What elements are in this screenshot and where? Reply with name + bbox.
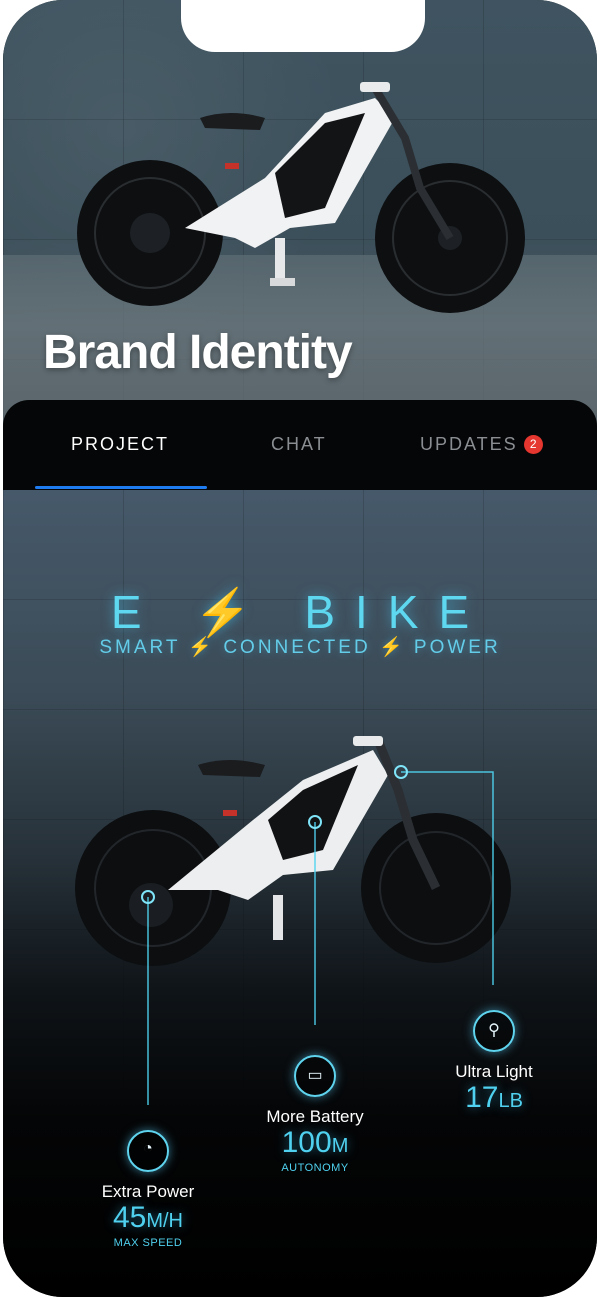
feature-ultra-light: ⚲ Ultra Light 17LB [434,1010,554,1117]
feature-extra-power: ◔ Extra Power 45M/H MAX SPEED [88,1130,208,1249]
feature-caption: AUTONOMY [281,1162,349,1174]
feature-label: Ultra Light [455,1062,533,1081]
tab-updates-label: UPDATES [420,434,518,454]
phone-screen: Brand Identity PROJECT CHAT UPDATES 2 E ⚡… [3,0,597,1297]
tab-chat[interactable]: CHAT [271,434,327,455]
feature-label: Extra Power [101,1182,195,1201]
project-content: E ⚡ BIKE SMART ⚡ CONNECTED ⚡ POWER ◔ Ext… [3,490,597,1297]
active-tab-indicator [35,486,207,489]
battery-icon: ▭ [294,1055,336,1097]
tab-project[interactable]: PROJECT [71,434,169,455]
ebike-heading: E ⚡ BIKE [110,586,490,638]
hero-banner: Brand Identity [3,0,597,430]
speedometer-icon: ◔ [127,1130,169,1172]
updates-badge: 2 [523,435,543,454]
tab-bar: PROJECT CHAT UPDATES 2 [3,400,597,490]
feature-value: 45M/H [112,1201,184,1234]
page-title: Brand Identity [43,326,353,379]
feature-label: More Battery [266,1107,364,1126]
feature-caption: MAX SPEED [113,1237,183,1249]
feature-value: 17LB [465,1081,523,1114]
feature-more-battery: ▭ More Battery 100M AUTONOMY [255,1055,375,1174]
feather-icon: ⚲ [473,1010,515,1052]
feature-value: 100M [281,1126,349,1159]
ebike-tagline: SMART ⚡ CONNECTED ⚡ POWER [99,637,501,658]
hero-bike-image [77,82,525,313]
device-notch [181,0,425,52]
tab-updates[interactable]: UPDATES 2 [420,434,543,455]
